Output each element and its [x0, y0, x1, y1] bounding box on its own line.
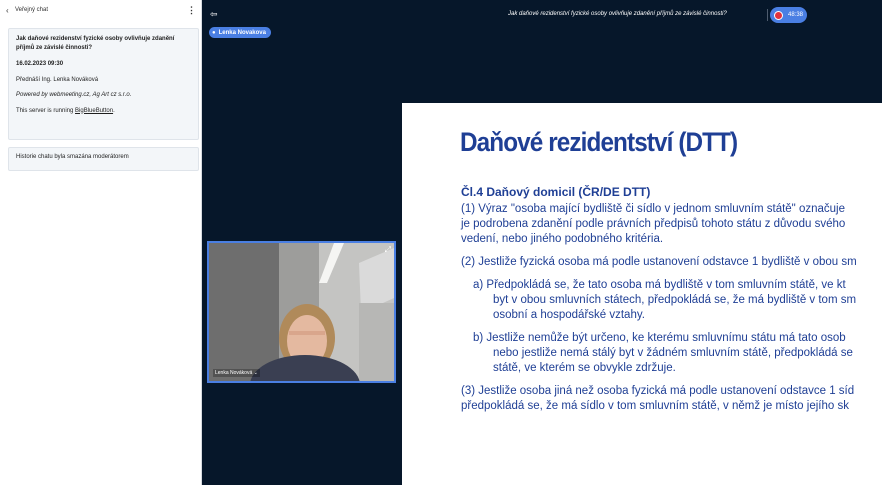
meeting-title: Jak daňové rezidenství fyzické osoby ovl… [508, 11, 727, 17]
webcam-frame [209, 243, 394, 381]
welcome-message: Jak daňové rezidenství fyzické osoby ovl… [8, 28, 199, 140]
welcome-question: Jak daňové rezidenství fyzické osoby ovl… [16, 36, 175, 51]
slide-line: nebo jestliže nemá stálý byt v žádném sm… [493, 347, 853, 359]
slide-line: předpokládá se, že má sídlo v tom smluvn… [461, 400, 849, 412]
divider [767, 9, 768, 21]
record-dot-icon [774, 10, 783, 20]
fullscreen-icon[interactable]: ⤢ [385, 245, 391, 255]
welcome-datetime: 16.02.2023 09:30 [16, 61, 64, 67]
recording-time: 48:38 [788, 12, 804, 18]
main-area: ⇦ Jak daňové rezidenství fyzické osoby o… [202, 0, 882, 485]
bigbluebutton-link[interactable]: BigBlueButton [75, 108, 113, 114]
slide-line: státě, ve kterém se obvykle zdržuje. [493, 362, 676, 374]
talker-name: Lenka Novakova [218, 29, 266, 36]
chat-cleared-notice: Historie chatu byla smazána moderátorem [8, 147, 199, 171]
welcome-lecturer: Přednáší Ing. Lenka Nováková [16, 76, 99, 83]
slide-line: osobní a hospodářské vztahy. [493, 309, 645, 321]
welcome-server: This server is running BigBlueButton. [16, 107, 191, 116]
chat-title[interactable]: Veřejný chat [15, 7, 187, 13]
chat-panel: ‹ Veřejný chat ⋮ Jak daňové rezidenství … [0, 0, 202, 485]
server-prefix: This server is running [16, 107, 76, 114]
top-bar: ⇦ Jak daňové rezidenství fyzické osoby o… [202, 0, 882, 30]
presentation-slide: Daňové rezidentství (DTT) Čl.4 Daňový do… [402, 103, 882, 485]
slide-line: byt v obou smluvních státech, předpoklád… [493, 294, 857, 306]
kebab-icon[interactable]: ⋮ [187, 5, 196, 16]
microphone-icon: ● [212, 29, 216, 36]
users-toggle-icon[interactable]: ⇦ [210, 9, 218, 20]
recording-indicator[interactable]: 48:38 [770, 7, 807, 23]
webcam-user-label[interactable]: Lenka Nováková ⌄ [213, 369, 260, 377]
slide-line: je podrobena zdanění podle právních před… [461, 218, 846, 230]
talking-indicator[interactable]: ● Lenka Novakova [209, 27, 271, 38]
slide-heading: Čl.4 Daňový domicil (ČR/DE DTT) [461, 185, 651, 199]
slide-line: b) Jestliže nemůže být určeno, ke kterém… [473, 332, 846, 344]
slide-title: Daňové rezidentství (DTT) [460, 127, 738, 157]
webcam-video[interactable]: ⤢ Lenka Nováková ⌄ [207, 241, 396, 383]
welcome-powered-by: Powered by webmeeting.cz, Ag Art cz s.r.… [16, 92, 132, 98]
server-suffix: . [113, 107, 115, 114]
chat-header: ‹ Veřejný chat ⋮ [0, 0, 202, 20]
slide-line: (3) Jestliže osoba jiná než osoba fyzick… [461, 385, 855, 397]
slide-body: Čl.4 Daňový domicil (ČR/DE DTT) (1) Výra… [461, 185, 882, 414]
slide-line: a) Předpokládá se, že tato osoba má bydl… [473, 279, 846, 291]
slide-line: vedení, nebo jiného podobného kritéria. [461, 233, 664, 245]
chevron-left-icon[interactable]: ‹ [6, 6, 15, 15]
slide-line: (2) Jestliže fyzická osoba má podle usta… [461, 256, 857, 268]
slide-line: (1) Výraz "osoba mající bydliště či sídl… [461, 203, 845, 215]
